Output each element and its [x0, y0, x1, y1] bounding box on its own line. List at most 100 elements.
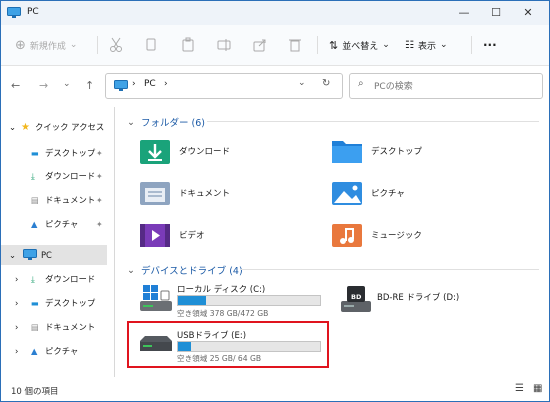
address-bar[interactable]: › PC › ⌄ ↻: [105, 73, 343, 99]
nav-pc[interactable]: ⌄ PC: [1, 245, 107, 265]
nav-item-label: クイック アクセス: [35, 122, 105, 132]
nav-item-pictures[interactable]: ▲ ピクチャ ✦: [1, 214, 107, 234]
drive-bd[interactable]: BD BD-RE ドライブ (D:): [335, 281, 525, 317]
details-view-icon[interactable]: ☰: [515, 383, 524, 394]
nav-item-label: ピクチャ: [45, 346, 79, 356]
drive-c[interactable]: ローカル ディスク (C:) 空き領域 378 GB/472 GB: [135, 281, 325, 318]
download-icon: ⤓: [31, 273, 35, 284]
minimize-button[interactable]: —: [449, 1, 479, 25]
folder-desktop[interactable]: デスクトップ: [331, 137, 422, 165]
nav-pc-pictures[interactable]: › ▲ ピクチャ: [1, 341, 107, 361]
search-box[interactable]: ⌕ PCの検索: [349, 73, 543, 99]
nav-item-label: ドキュメント: [45, 195, 96, 205]
title-bar: PC — ☐ ✕: [1, 1, 549, 25]
folder-label: ドキュメント: [179, 189, 231, 199]
windows-drive-icon: [140, 285, 172, 311]
chevron-down-icon: ⌄: [127, 116, 135, 128]
nav-pc-downloads[interactable]: › ⤓ ダウンロード: [1, 269, 107, 289]
more-options-button[interactable]: ···: [483, 36, 497, 54]
nav-pc-documents[interactable]: › ▤ ドキュメント: [1, 317, 107, 337]
explorer-window: PC — ☐ ✕ ⊕ 新規作成 ⌄ ⇅ 並べ替え ⌄ ☷ 表示 ⌄ ··· ← …: [0, 0, 550, 402]
back-arrow-icon[interactable]: ←: [11, 79, 20, 92]
folder-label: ミュージック: [371, 231, 422, 241]
folder-label: ダウンロード: [179, 147, 231, 157]
folders-header[interactable]: ⌄ フォルダー (6): [127, 115, 205, 130]
nav-item-label: ドキュメント: [45, 322, 96, 332]
separator: [317, 36, 318, 54]
sort-button[interactable]: ⇅ 並べ替え ⌄: [329, 36, 390, 54]
pane-splitter[interactable]: [114, 107, 115, 377]
nav-item-desktop[interactable]: ▬ デスクトップ ✦: [1, 143, 107, 163]
pin-icon: ✦: [96, 195, 103, 205]
status-item-count: 10 個の項目: [11, 387, 59, 397]
folder-pictures[interactable]: ピクチャ: [331, 179, 405, 207]
nav-item-label: デスクトップ: [45, 148, 96, 158]
nav-item-label: ダウンロード: [45, 171, 96, 181]
desktop-icon: ▬: [31, 298, 39, 308]
chevron-down-icon[interactable]: ⌄: [63, 79, 71, 89]
address-dropdown-icon[interactable]: ⌄: [298, 78, 306, 88]
music-folder-icon: [332, 224, 362, 247]
document-folder-icon: [140, 182, 170, 205]
drives-header[interactable]: ⌄ デバイスとドライブ (4): [127, 263, 243, 278]
folder-label: ビデオ: [179, 231, 205, 241]
nav-pc-desktop[interactable]: › ▬ デスクトップ: [1, 293, 107, 313]
picture-icon: ▲: [31, 346, 38, 356]
nav-item-documents[interactable]: ▤ ドキュメント ✦: [1, 190, 107, 210]
share-icon[interactable]: [253, 36, 267, 54]
chevron-down-icon: ⌄: [9, 122, 17, 132]
folders-header-label: フォルダー (6): [140, 118, 205, 129]
tiles-view-icon[interactable]: ▦: [533, 383, 542, 394]
folder-music[interactable]: ミュージック: [331, 221, 422, 249]
drive-label: BD-RE ドライブ (D:): [377, 293, 460, 303]
maximize-button[interactable]: ☐: [481, 1, 511, 25]
view-button[interactable]: ☷ 表示 ⌄: [405, 36, 448, 54]
chevron-down-icon: ⌄: [439, 40, 448, 50]
highlight-box: [127, 321, 329, 368]
pc-icon: [7, 7, 21, 18]
pin-icon: ✦: [96, 148, 103, 158]
pc-icon: [114, 80, 128, 91]
plus-icon: ⊕: [15, 37, 26, 53]
nav-item-label: PC: [41, 250, 52, 260]
section-divider: [241, 269, 539, 270]
chevron-right-icon: ›: [15, 274, 19, 284]
forward-arrow-icon[interactable]: →: [39, 79, 48, 92]
video-folder-icon: [140, 224, 170, 247]
chevron-right-icon: ›: [15, 322, 19, 332]
desktop-folder-icon: [332, 141, 362, 163]
cut-icon[interactable]: [109, 36, 123, 54]
up-arrow-icon[interactable]: ↑: [85, 79, 94, 92]
new-label: 新規作成: [29, 41, 66, 52]
new-button[interactable]: ⊕ 新規作成 ⌄: [15, 36, 77, 54]
nav-item-label: ダウンロード: [45, 274, 96, 284]
chevron-down-icon: ⌄: [69, 40, 78, 50]
drive-usage-fill: [178, 296, 207, 305]
nav-item-downloads[interactable]: ⤓ ダウンロード ✦: [1, 166, 107, 186]
view-icon: ☷: [405, 39, 414, 51]
rename-icon[interactable]: [217, 36, 231, 54]
delete-icon[interactable]: [289, 36, 301, 54]
breadcrumb-pc[interactable]: PC: [144, 79, 156, 89]
document-icon: ▤: [31, 322, 39, 332]
close-button[interactable]: ✕: [513, 1, 543, 25]
star-icon: ★: [21, 121, 30, 133]
picture-icon: ▲: [31, 219, 38, 229]
folder-label: デスクトップ: [371, 147, 423, 157]
nav-item-label: ピクチャ: [45, 219, 79, 229]
drive-usage-bar: [177, 295, 321, 306]
folder-videos[interactable]: ビデオ: [139, 221, 205, 249]
search-placeholder: PCの検索: [374, 82, 413, 92]
nav-quick-access[interactable]: ⌄ ★ クイック アクセス: [1, 117, 107, 137]
section-divider: [207, 121, 539, 122]
chevron-down-icon: ⌄: [382, 40, 390, 50]
breadcrumb-separator: ›: [132, 79, 136, 89]
folder-downloads[interactable]: ダウンロード: [139, 137, 230, 165]
sort-icon: ⇅: [329, 38, 339, 52]
folder-documents[interactable]: ドキュメント: [139, 179, 230, 207]
copy-icon[interactable]: [145, 36, 157, 54]
pin-icon: ✦: [96, 171, 103, 181]
bd-badge: BD: [351, 293, 362, 301]
paste-icon[interactable]: [181, 36, 195, 54]
refresh-icon[interactable]: ↻: [322, 78, 330, 89]
